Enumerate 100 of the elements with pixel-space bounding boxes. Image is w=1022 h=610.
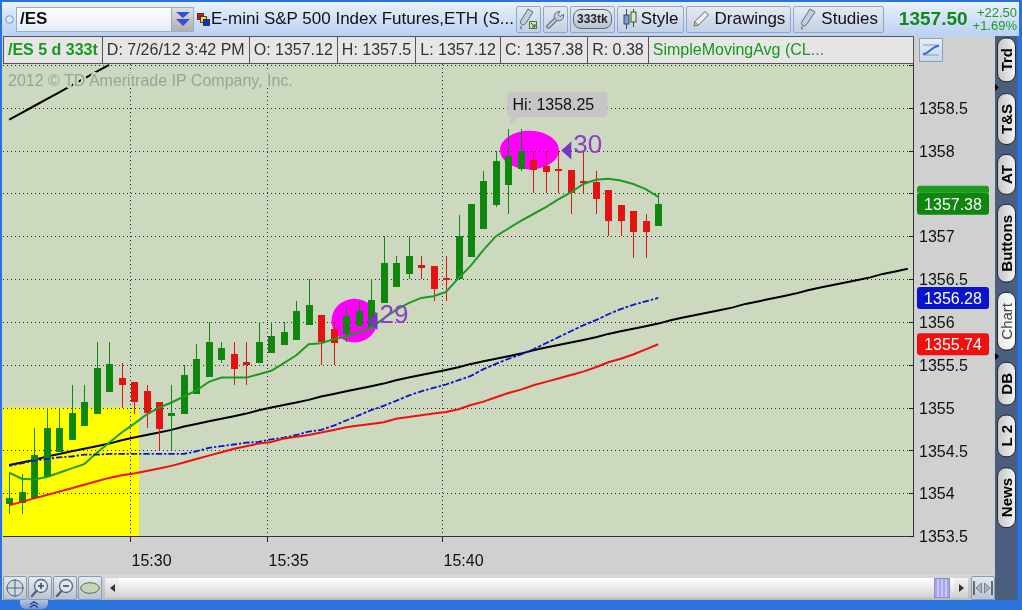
price-axis-label: 1357 (919, 228, 955, 246)
colored-squares-icon (197, 12, 210, 26)
side-tab[interactable]: News (997, 466, 1016, 528)
price-tag: 1357.38 (917, 192, 989, 215)
instrument-title: E-mini S&P 500 Index Futures,ETH (S... (211, 9, 514, 29)
candlestick (356, 300, 363, 327)
style-button[interactable]: Style (616, 5, 685, 33)
price-axis-label: 1353.5 (919, 528, 968, 546)
test-tube-arrow-icon (518, 8, 539, 30)
candlestick (643, 213, 650, 259)
side-tab[interactable]: AT (997, 154, 1016, 196)
candlestick (44, 407, 51, 478)
tick-count-button[interactable]: 333tk (570, 5, 615, 33)
time-axis-label: 15:35 (268, 552, 309, 569)
candlestick (480, 170, 487, 230)
candlestick (393, 255, 400, 288)
candlestick-icon (622, 8, 637, 30)
candlestick (593, 170, 600, 215)
symbol-field[interactable]: /ES (16, 6, 171, 32)
candlestick (119, 362, 126, 409)
candlestick (131, 381, 138, 415)
candlestick (555, 150, 562, 194)
candlestick (6, 472, 13, 515)
right-triangle-icon (995, 352, 999, 360)
side-tab[interactable]: Trd (997, 37, 1016, 83)
bar-info-label: C: 1357.38 (500, 36, 589, 64)
radio-icon[interactable] (5, 14, 14, 24)
candlestick (630, 210, 637, 259)
double-chevron-down-icon (175, 11, 190, 27)
test-tube-arrow-button[interactable] (516, 5, 541, 33)
left-triangle-icon (367, 312, 378, 331)
side-tab[interactable]: L 2 (997, 414, 1016, 458)
wrench-button[interactable] (543, 5, 568, 33)
candlestick (468, 203, 475, 258)
candlestick (518, 128, 525, 172)
candlestick (605, 189, 612, 237)
right-triangle-icon (958, 583, 964, 592)
price-axis-label: 1356 (919, 313, 955, 331)
percent-change: +1.69% (972, 19, 1017, 32)
price-tag: 1356.28 (917, 286, 989, 309)
dropdown-button[interactable] (171, 6, 194, 32)
marker-label: 30 (573, 128, 603, 159)
pencil-icon (692, 10, 711, 28)
side-tab[interactable]: DB (997, 361, 1016, 406)
price-axis-label: 1358 (919, 142, 955, 160)
chart-symbol-label: /ES 5 d 333t (3, 36, 103, 64)
candlestick (456, 214, 463, 280)
time-axis-label: 15:30 (131, 552, 172, 569)
left-triangle-icon (561, 141, 572, 160)
candlestick (181, 364, 188, 415)
zoom-in-icon (30, 577, 50, 598)
side-tab[interactable]: Chart (997, 291, 1016, 351)
studies-button[interactable]: Studies (793, 5, 885, 33)
crosshair-button[interactable] (3, 575, 27, 600)
price-axis-label: 1358.5 (919, 99, 968, 117)
double-chevron-up-icon (29, 601, 39, 608)
candlestick (530, 150, 537, 194)
candlestick (568, 169, 575, 215)
zoom-out-button[interactable] (53, 575, 77, 600)
price-axis-label: 1355.5 (919, 356, 968, 374)
candlestick (406, 235, 413, 280)
bar-info-label: L: 1357.12 (416, 36, 501, 64)
candlestick (293, 300, 300, 341)
scrollbar-thumb[interactable] (934, 577, 950, 598)
fit-button[interactable] (971, 575, 995, 600)
candlestick (418, 255, 425, 280)
bars-arrows-icon (973, 579, 993, 596)
scroll-left-button[interactable] (105, 577, 119, 598)
candlestick (81, 384, 88, 427)
crosshair-icon (5, 577, 25, 598)
candlestick (655, 192, 662, 227)
candlestick (493, 150, 500, 208)
collapse-tab[interactable] (20, 600, 48, 609)
bar-info-label: O: 1357.12 (249, 36, 338, 64)
candlestick (331, 321, 338, 366)
curve-button[interactable] (919, 38, 943, 62)
side-tab[interactable]: Buttons (997, 204, 1016, 283)
last-price: 1357.50 (898, 8, 968, 30)
test-tube-icon (799, 8, 818, 30)
candlestick (268, 321, 275, 354)
side-tab[interactable]: T&S (997, 93, 1016, 146)
zoom-out-icon (55, 577, 75, 598)
oval-icon (80, 581, 100, 594)
candlestick (281, 321, 288, 346)
candlestick (306, 278, 313, 326)
wrench-icon (546, 9, 565, 29)
candlestick (256, 321, 263, 364)
price-axis-label: 1355 (919, 399, 955, 417)
candlestick (69, 384, 76, 441)
scroll-right-button[interactable] (954, 577, 968, 598)
candlestick (243, 341, 250, 386)
candlestick (318, 314, 325, 366)
curve-icon (922, 42, 940, 58)
zoom-in-button[interactable] (28, 575, 52, 600)
price-axis-label: 1356.5 (919, 271, 968, 289)
drawings-button[interactable]: Drawings (686, 5, 792, 33)
candlestick (431, 265, 438, 302)
candlestick (618, 204, 625, 237)
candlestick (443, 255, 450, 302)
candlestick (168, 384, 175, 451)
